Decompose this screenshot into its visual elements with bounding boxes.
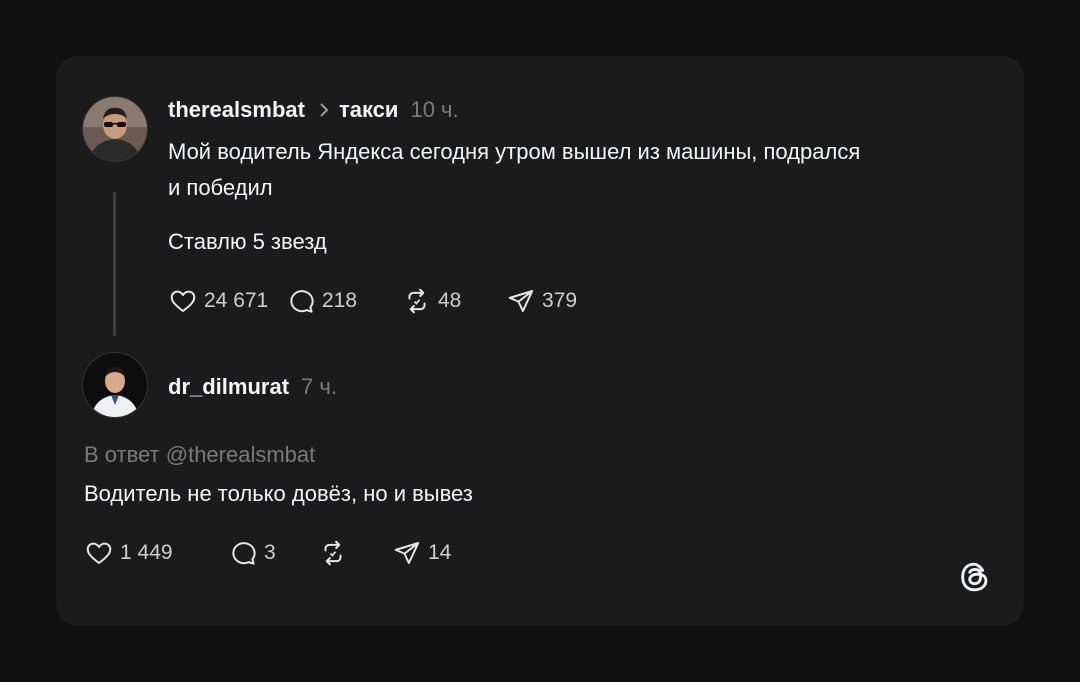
chevron-right-icon <box>319 100 329 123</box>
post-header: therealsmbat такси 10 ч. <box>168 97 459 123</box>
send-icon <box>394 542 420 564</box>
avatar-image <box>83 97 147 161</box>
avatar-image <box>83 353 147 417</box>
reply-share-button[interactable]: 14 <box>392 538 451 568</box>
thread-connector-line <box>113 192 116 336</box>
avatar-therealsmbat[interactable] <box>82 96 148 162</box>
comment-button[interactable]: 218 <box>286 286 402 316</box>
reply-comment-count: 3 <box>264 541 276 564</box>
reply-time: 7 ч. <box>301 374 337 399</box>
threads-logo-icon[interactable] <box>956 558 994 596</box>
comment-bubble-icon <box>232 542 256 565</box>
like-button[interactable]: 24 671 <box>168 286 286 316</box>
reply-header: dr_dilmurat 7 ч. <box>168 374 337 400</box>
repost-icon <box>408 288 426 314</box>
comment-count: 218 <box>322 289 358 312</box>
post-text-line-1: Мой водитель Яндекса сегодня утром вышел… <box>168 139 861 164</box>
avatar-dr-dilmurat[interactable] <box>82 352 148 418</box>
send-icon <box>508 290 534 312</box>
post-username[interactable]: therealsmbat <box>168 97 305 123</box>
reply-share-count: 14 <box>428 541 452 564</box>
repost-button[interactable]: 48 <box>402 286 506 316</box>
post-actions: 24 671 218 48 379 <box>168 286 577 316</box>
reply-like-button[interactable]: 1 449 <box>84 538 228 568</box>
thread-card: therealsmbat такси 10 ч. Мой водитель Ян… <box>56 56 1024 626</box>
like-count: 24 671 <box>204 289 269 312</box>
reply-like-count: 1 449 <box>120 541 173 564</box>
reply-comment-button[interactable]: 3 <box>228 538 318 568</box>
post-text-line-3: Ставлю 5 звезд <box>168 229 327 254</box>
repost-icon <box>324 540 342 566</box>
reply-username[interactable]: dr_dilmurat <box>168 374 289 400</box>
post-topic[interactable]: такси <box>339 97 399 123</box>
heart-icon <box>170 290 196 312</box>
share-count: 379 <box>542 289 578 312</box>
repost-count: 48 <box>438 289 462 312</box>
post-text-line-2: и победил <box>168 175 273 200</box>
reply-text: Водитель не только довёз, но и вывез <box>84 481 473 506</box>
comment-bubble-icon <box>290 290 314 313</box>
reply-to-label[interactable]: В ответ @therealsmbat <box>84 442 315 468</box>
reply-actions: 1 449 3 14 <box>84 538 451 568</box>
post-time: 10 ч. <box>410 97 459 122</box>
heart-icon <box>86 542 112 564</box>
share-button[interactable]: 379 <box>506 286 577 316</box>
reply-repost-button[interactable] <box>318 538 392 568</box>
